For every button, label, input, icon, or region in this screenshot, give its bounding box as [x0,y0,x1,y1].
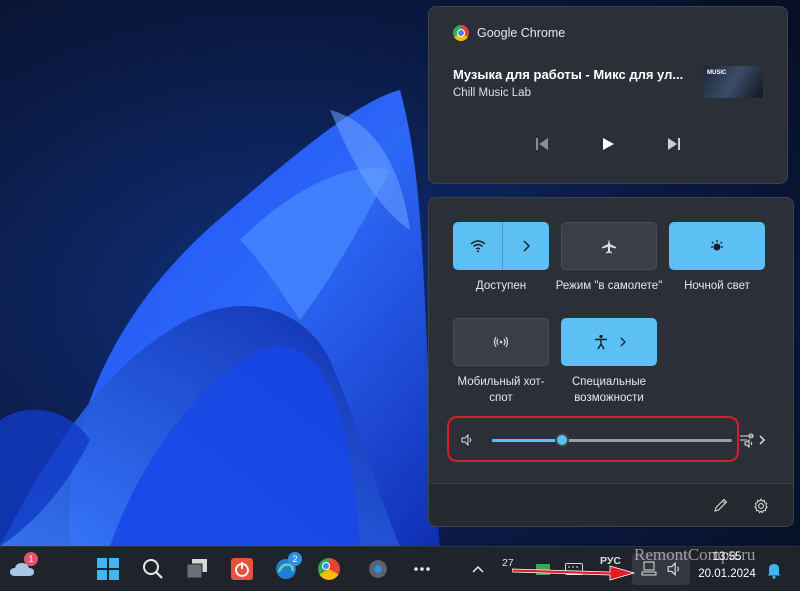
show-hidden-icons-button[interactable] [464,555,492,583]
tile-label-accessibility: Специальные возможности [571,376,647,404]
tile-label-hotspot: Мобильный хот-спот [457,376,545,404]
media-app-header: Google Chrome [453,25,565,41]
search-icon [143,559,163,579]
volume-row-highlight [447,416,739,462]
notifications-button[interactable] [760,556,788,584]
wifi-expand-button[interactable] [503,222,549,270]
skip-next-icon [668,138,680,150]
media-thumbnail-text: MUSIC [707,70,727,76]
wifi-icon [470,240,486,253]
taskbar-app-power[interactable] [228,555,256,583]
previous-track-button[interactable] [530,132,554,156]
play-icon [603,138,614,150]
chrome-icon [318,558,340,580]
accessibility-icon [594,334,607,350]
task-view-icon [186,559,207,579]
edge-badge: 2 [288,552,302,566]
chevron-up-icon [472,565,484,573]
power-app-icon [231,558,253,580]
tile-airplane-mode[interactable] [561,222,657,270]
media-track-title: Музыка для работы - Микс для ул... [453,67,684,82]
tile-label-night-light: Ночной свет [684,280,750,292]
media-track-artist: Chill Music Lab [453,87,531,99]
edit-quick-settings-button[interactable] [713,498,728,518]
wifi-toggle[interactable] [453,222,504,270]
media-flyout: Google Chrome Музыка для работы - Микс д… [428,6,788,184]
clock-date: 20.01.2024 [698,568,756,580]
search-button[interactable] [139,555,167,583]
media-thumbnail: MUSIC [703,66,763,98]
speaker-icon [461,433,472,447]
night-light-icon [711,240,723,251]
tile-label-airplane: Режим "в самолете" [555,280,663,292]
ellipsis-icon [414,567,430,571]
volume-mute-button[interactable] [461,433,473,451]
gear-icon [754,498,768,514]
volume-slider-fill [492,439,562,442]
settings-button[interactable] [753,498,769,519]
tile-mobile-hotspot[interactable] [453,318,549,366]
taskbar-app-chrome[interactable] [315,555,343,583]
chevron-right-icon [619,337,626,347]
play-button[interactable] [596,132,620,156]
tile-wifi [453,222,549,270]
media-app-name: Google Chrome [477,26,566,40]
chrome-icon [453,25,469,41]
audio-output-icon [740,433,766,449]
taskbar-app-settings[interactable] [364,555,392,583]
watermark: RemontCompa.ru [634,545,756,564]
weather-badge: 1 [24,552,38,566]
chevron-right-icon [523,240,531,252]
bell-icon [767,564,781,579]
next-track-button[interactable] [662,132,686,156]
tile-accessibility[interactable] [561,318,657,366]
audio-output-button[interactable] [739,432,767,453]
taskbar-app-edge[interactable]: 2 [272,552,302,583]
weather-widget[interactable]: 1 [8,552,38,583]
quick-settings-footer [429,483,793,526]
pencil-icon [714,498,728,512]
windows-logo-icon [97,558,119,580]
volume-slider[interactable] [492,433,732,447]
quick-settings-panel: Доступен Режим "в самолете" Ночной свет … [428,197,794,527]
skip-previous-icon [536,138,548,150]
more-apps-button[interactable] [408,555,436,583]
hotspot-icon [493,336,509,348]
red-arrow-annotation [512,565,636,581]
tile-night-light[interactable] [669,222,765,270]
settings-gear-icon [369,560,387,578]
volume-slider-thumb[interactable] [554,433,569,447]
tile-label-wifi: Доступен [475,280,527,292]
start-button[interactable] [94,555,122,583]
task-view-button[interactable] [183,555,211,583]
airplane-icon [602,239,616,254]
